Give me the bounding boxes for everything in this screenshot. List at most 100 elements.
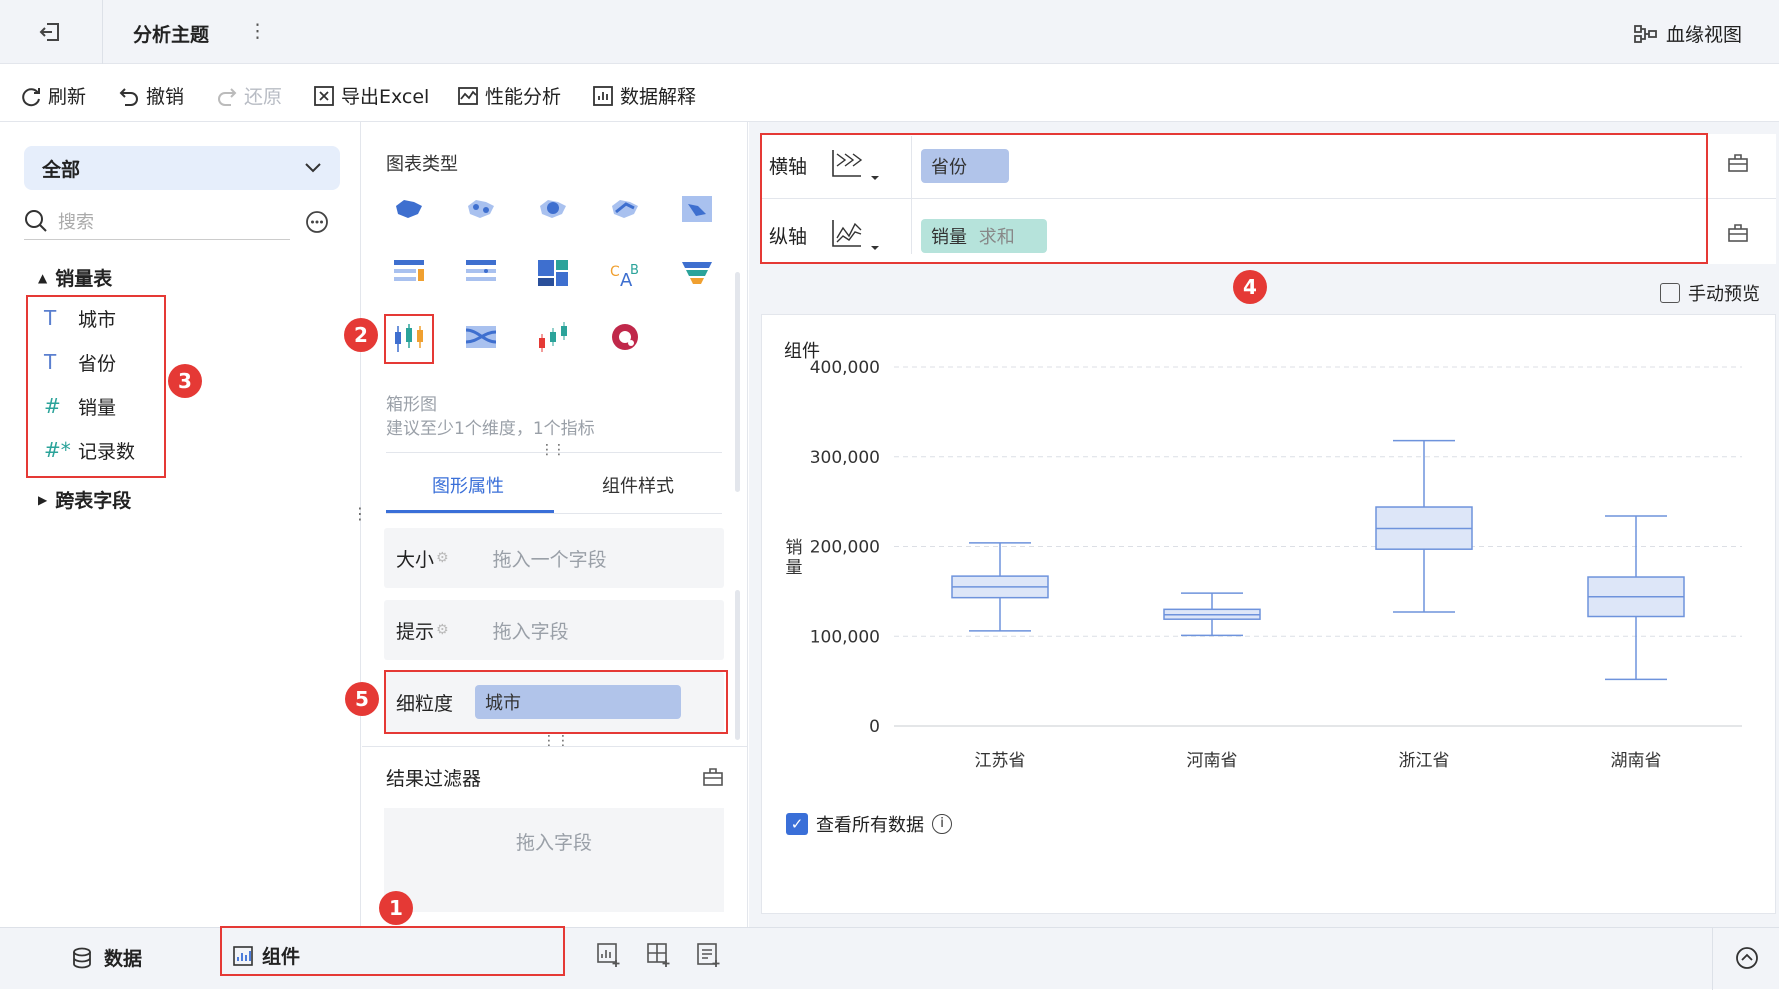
add-report-icon[interactable]	[696, 942, 722, 968]
explain-label: 数据解释	[620, 86, 697, 108]
annotation-badge-3: 3	[168, 364, 202, 398]
performance-icon	[458, 86, 478, 105]
lineage-icon	[1634, 24, 1657, 43]
tab-widget-style[interactable]: 组件样式	[602, 472, 674, 498]
sankey-icon[interactable]	[462, 318, 500, 356]
tooltip-dropzone[interactable]: 提示 ⚙ 拖入字段	[384, 600, 724, 660]
scope-select[interactable]: 全部	[24, 146, 340, 190]
scrollbar[interactable]	[735, 272, 740, 492]
scatter-map-icon[interactable]	[462, 190, 500, 228]
detail-table-icon[interactable]	[390, 254, 428, 292]
manual-preview-label: 手动预览	[1688, 284, 1760, 305]
lineage-button[interactable]: 血缘视图	[1634, 20, 1742, 47]
scrollbar[interactable]	[735, 590, 740, 740]
highlight-axes	[760, 133, 1708, 264]
y-tick-label: 100,000	[810, 627, 880, 647]
search-input[interactable]: 搜索	[58, 208, 94, 234]
tab-graph-props[interactable]: 图形属性	[432, 472, 504, 498]
more-icon[interactable]: ⋮	[248, 20, 267, 42]
refresh-icon	[22, 87, 40, 106]
add-dashboard-icon[interactable]	[646, 942, 672, 968]
annotation-badge-5: 5	[345, 682, 379, 716]
chevron-down-icon	[305, 163, 321, 173]
highlight-widget-tab	[220, 926, 565, 976]
lineage-label: 血缘视图	[1666, 24, 1743, 46]
size-placeholder: 拖入一个字段	[492, 548, 607, 571]
x-tick-label: 浙江省	[1399, 751, 1450, 771]
back-icon[interactable]	[38, 20, 64, 44]
divider	[362, 746, 748, 747]
size-label: 大小	[396, 548, 435, 571]
export-label: 导出Excel	[341, 86, 430, 108]
x-tick-label: 湖南省	[1611, 751, 1662, 771]
add-chart-icon[interactable]	[596, 942, 622, 968]
word-cloud-icon[interactable]: CAB	[606, 254, 644, 292]
more-options-icon[interactable]	[305, 210, 329, 234]
treemap-icon[interactable]	[534, 254, 572, 292]
search-box[interactable]: 搜索	[24, 202, 290, 240]
collapse-icon[interactable]	[1735, 946, 1759, 970]
chart-hint: 建议至少1个维度，1个指标	[386, 419, 595, 439]
toolbar: 刷新 撤销 还原 导出Excel 性能分析 数据解释	[0, 64, 1779, 122]
ring-icon[interactable]	[606, 318, 644, 356]
top-bar: 分析主题 ⋮ 血缘视图	[0, 0, 1779, 64]
gear-icon: ⚙	[436, 550, 449, 566]
divider	[386, 452, 722, 453]
x-tick-label: 河南省	[1187, 751, 1238, 771]
x-axis-settings-icon[interactable]	[1727, 152, 1749, 172]
undo-button[interactable]: 撤销	[118, 82, 184, 109]
refresh-button[interactable]: 刷新	[20, 82, 86, 109]
y-axis-settings-icon[interactable]	[1727, 222, 1749, 242]
scope-label: 全部	[42, 158, 81, 181]
bubble-map-icon[interactable]	[534, 190, 572, 228]
table-node[interactable]: ▲ 销量表	[38, 264, 112, 291]
y-tick-label: 400,000	[810, 358, 880, 378]
tooltip-placeholder: 拖入字段	[492, 620, 569, 643]
candlestick-icon[interactable]	[534, 318, 572, 356]
manual-preview-toggle[interactable]: 手动预览	[1660, 280, 1760, 306]
config-panel: 图表类型 CAB 箱形图 建议至少1个维度，1个指标 ⋮⋮ 图形属性 组件样式	[362, 122, 748, 927]
funnel-icon[interactable]	[678, 254, 716, 292]
y-tick-label: 0	[869, 717, 880, 737]
y-tick-label: 300,000	[810, 448, 880, 468]
custom-map-icon[interactable]	[678, 190, 716, 228]
cross-table-node[interactable]: ▶ 跨表字段	[38, 486, 131, 513]
divider	[386, 513, 722, 514]
table-name: 销量表	[55, 268, 113, 290]
chart-type-title: 图表类型	[386, 154, 458, 175]
china-map-icon[interactable]	[390, 190, 428, 228]
filter-dropzone[interactable]: 拖入字段	[384, 808, 724, 912]
export-excel-button[interactable]: 导出Excel	[313, 82, 429, 109]
flow-map-icon[interactable]	[606, 190, 644, 228]
annotation-badge-4: 4	[1233, 270, 1267, 304]
explain-button[interactable]: 数据解释	[592, 82, 696, 109]
y-tick-label: 200,000	[810, 538, 880, 558]
divider	[1712, 928, 1713, 990]
divider	[102, 0, 103, 64]
annotation-badge-2: 2	[344, 318, 378, 352]
y-axis-title: 量	[786, 558, 803, 578]
database-icon	[73, 947, 91, 968]
redo-button[interactable]: 还原	[216, 82, 282, 109]
grouped-table-icon[interactable]	[462, 254, 500, 292]
tab-data[interactable]: 数据	[72, 944, 142, 971]
filter-settings-icon[interactable]	[702, 766, 724, 786]
checkbox[interactable]	[1660, 283, 1680, 303]
checkbox-checked[interactable]: ✓	[786, 813, 808, 835]
size-dropzone[interactable]: 大小 ⚙ 拖入一个字段	[384, 528, 724, 588]
undo-label: 撤销	[146, 86, 185, 108]
chart-name: 箱形图	[386, 395, 437, 415]
redo-icon	[218, 87, 237, 106]
x-tick-label: 江苏省	[975, 751, 1026, 771]
gear-icon: ⚙	[436, 622, 449, 638]
info-icon[interactable]: i	[932, 814, 952, 834]
performance-button[interactable]: 性能分析	[457, 82, 561, 109]
caret-down-icon: ▲	[38, 270, 48, 285]
highlight-box-plot-type	[384, 314, 434, 364]
y-axis-title: 销	[786, 538, 803, 558]
caret-right-icon: ▶	[38, 492, 48, 507]
svg-text:B: B	[630, 263, 639, 278]
search-icon	[25, 209, 47, 232]
resize-handle[interactable]: ⋮⋮	[540, 442, 566, 458]
view-all-toggle[interactable]: ✓ 查看所有数据 i	[786, 811, 952, 837]
